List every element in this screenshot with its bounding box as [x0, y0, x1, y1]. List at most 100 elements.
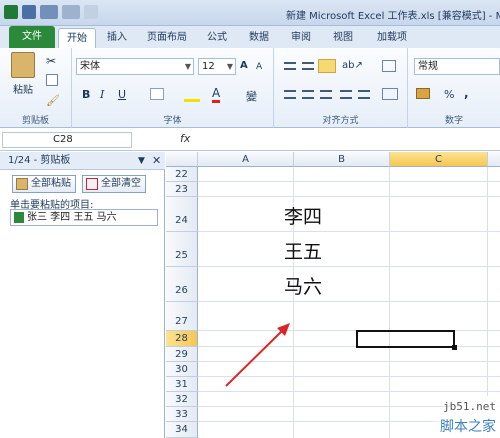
column-header-c[interactable]: C	[390, 152, 488, 167]
row-header-24[interactable]: 24	[166, 197, 198, 232]
merge-center-icon[interactable]	[382, 88, 398, 100]
watermark-name: 脚本之家	[440, 419, 496, 435]
pane-header: 1/24 - 剪贴板 ▼ ✕	[0, 152, 165, 170]
close-icon[interactable]: ✕	[152, 152, 161, 170]
tab-home[interactable]: 开始	[58, 28, 96, 48]
align-left-icon[interactable]	[284, 90, 296, 99]
align-top-icon[interactable]	[284, 62, 296, 70]
row-header-32[interactable]: 32	[166, 392, 198, 407]
paste-icon	[11, 52, 35, 78]
customize-icon[interactable]	[84, 5, 98, 19]
cell-b26[interactable]: 马六	[284, 272, 322, 299]
border-icon[interactable]	[150, 88, 164, 100]
orientation-icon[interactable]: ab↗	[342, 60, 363, 71]
font-name-value: 宋体	[80, 61, 100, 72]
number-format-combo[interactable]: 常规	[414, 58, 500, 75]
decrease-indent-icon[interactable]	[340, 90, 352, 99]
excel-item-icon	[14, 212, 24, 223]
insert-function-button[interactable]: fx	[180, 132, 190, 145]
paste-label: 粘贴	[13, 85, 33, 96]
column-header-b[interactable]: B	[294, 152, 390, 167]
font-group: 宋体 ▼ 12 ▼ A A B I U A 變 字体	[72, 48, 274, 128]
clear-all-label: 全部清空	[101, 178, 141, 189]
italic-button[interactable]: I	[100, 88, 104, 101]
format-painter-icon[interactable]: 🖌	[46, 94, 60, 107]
clipboard-item[interactable]: 张三 李四 王五 马六	[10, 209, 158, 226]
font-name-combo[interactable]: 宋体 ▼	[76, 58, 194, 75]
phonetic-button[interactable]: 變	[246, 88, 257, 104]
formula-bar: C28 fx	[0, 129, 500, 151]
title-bar: 新建 Microsoft Excel 工作表.xls [兼容模式] - Mic	[0, 0, 500, 26]
align-center-icon[interactable]	[302, 90, 314, 99]
font-size-combo[interactable]: 12 ▼	[198, 58, 236, 75]
gridline	[198, 181, 500, 182]
row-header-30[interactable]: 30	[166, 362, 198, 377]
shrink-font-icon[interactable]: A	[256, 62, 262, 72]
tab-page-layout[interactable]: 页面布局	[140, 28, 194, 48]
active-cell-c28[interactable]	[356, 330, 455, 348]
watermark-site: jb51.net	[443, 400, 496, 413]
clipboard-group: 粘贴 ✂ 🖌 剪贴板	[0, 48, 72, 128]
gridline	[198, 361, 500, 362]
row-header-33[interactable]: 33	[166, 407, 198, 422]
row-header-29[interactable]: 29	[166, 347, 198, 362]
wrap-text-icon[interactable]	[382, 60, 396, 72]
row-header-23[interactable]: 23	[166, 182, 198, 197]
bold-button[interactable]: B	[82, 88, 90, 101]
chevron-down-icon[interactable]: ▼	[185, 59, 191, 74]
tab-view[interactable]: 视图	[326, 28, 360, 48]
worksheet-grid[interactable]: A B C 22 23 24 25 26 27 28 29 30 31 32 3…	[166, 152, 500, 438]
save-icon[interactable]	[22, 5, 36, 19]
name-box[interactable]: C28	[2, 132, 132, 148]
clear-all-button[interactable]: 全部清空	[82, 175, 146, 193]
number-group: 常规 % , 数字	[408, 48, 500, 128]
font-group-label: 字体	[163, 116, 182, 126]
paste-button[interactable]: 粘贴	[8, 52, 38, 98]
excel-logo-icon[interactable]	[4, 5, 18, 19]
row-header-22[interactable]: 22	[166, 167, 198, 182]
watermark: jb51.net 脚本之家	[430, 396, 500, 438]
comma-button[interactable]: ,	[464, 86, 469, 100]
ribbon: 粘贴 ✂ 🖌 剪贴板 宋体 ▼ 12 ▼ A A B I U A 變 字体 ab↗ …	[0, 48, 500, 128]
cell-b25[interactable]: 王五	[284, 237, 322, 264]
fill-handle[interactable]	[452, 345, 457, 350]
row-header-26[interactable]: 26	[166, 267, 198, 302]
tab-formulas[interactable]: 公式	[200, 28, 234, 48]
currency-icon[interactable]	[416, 88, 430, 99]
column-header-a[interactable]: A	[198, 152, 294, 167]
cut-icon[interactable]: ✂	[46, 54, 56, 68]
align-middle-icon[interactable]	[302, 62, 314, 70]
row-header-34[interactable]: 34	[166, 422, 198, 438]
tab-review[interactable]: 审阅	[284, 28, 318, 48]
ribbon-tabs: 文件 开始 插入 页面布局 公式 数据 审阅 视图 加载项	[0, 26, 500, 48]
paste-all-icon	[16, 178, 28, 190]
select-all-corner[interactable]	[166, 152, 198, 167]
percent-button[interactable]: %	[444, 88, 454, 101]
tab-addins[interactable]: 加载项	[370, 28, 414, 48]
grow-font-icon[interactable]: A	[240, 60, 248, 71]
align-right-icon[interactable]	[320, 90, 332, 99]
fill-color-icon[interactable]	[184, 86, 200, 102]
chevron-down-icon[interactable]: ▼	[227, 59, 233, 74]
row-header-28[interactable]: 28	[166, 331, 198, 347]
font-color-button[interactable]: A	[212, 86, 221, 103]
row-header-25[interactable]: 25	[166, 232, 198, 267]
increase-indent-icon[interactable]	[358, 90, 370, 99]
tab-file[interactable]: 文件	[9, 26, 55, 48]
paste-all-button[interactable]: 全部粘贴	[12, 175, 76, 193]
cell-b24[interactable]: 李四	[284, 202, 322, 229]
redo-icon[interactable]	[62, 5, 80, 19]
tab-insert[interactable]: 插入	[100, 28, 134, 48]
underline-button[interactable]: U	[118, 88, 126, 101]
pane-menu-icon[interactable]: ▼	[138, 152, 145, 170]
column-header-d[interactable]	[488, 152, 500, 167]
gridline	[198, 376, 500, 377]
row-header-27[interactable]: 27	[166, 302, 198, 331]
row-header-31[interactable]: 31	[166, 377, 198, 392]
undo-icon[interactable]	[40, 5, 58, 19]
tab-data[interactable]: 数据	[242, 28, 276, 48]
copy-icon[interactable]	[46, 74, 58, 86]
window-title: 新建 Microsoft Excel 工作表.xls [兼容模式] - Mic	[286, 11, 500, 22]
alignment-group: ab↗ 对齐方式	[274, 48, 408, 128]
align-bottom-icon[interactable]	[318, 59, 336, 73]
